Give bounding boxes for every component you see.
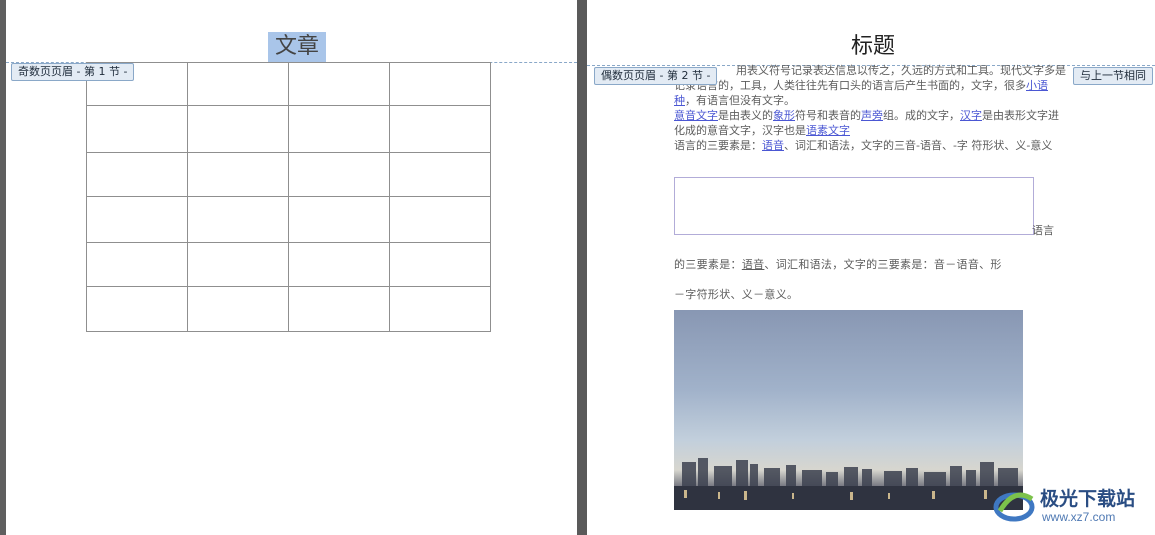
paragraph-4-line-1: 的三要素是：语音、词汇和语法，文字的三要素是：音－语音、形 — [674, 250, 1069, 280]
link-pictograph[interactable]: 象形 — [773, 109, 795, 122]
link-morpheme-script[interactable]: 语素文字 — [806, 124, 850, 137]
table-cell[interactable] — [86, 286, 188, 332]
link-chinese-characters[interactable]: 汉字 — [960, 109, 982, 122]
table-cell[interactable] — [389, 196, 491, 243]
table-cell[interactable] — [187, 152, 289, 197]
even-page-header-label: 偶数页页眉 - 第 2 节 - — [594, 67, 718, 85]
link-phonetics[interactable]: 语音 — [762, 139, 784, 152]
table-cell[interactable] — [389, 152, 491, 197]
text-run: 、词汇和语法，文字的三要素是：音－语音、形 — [764, 258, 1002, 271]
paragraph-3: 语言的三要素是：语音、词汇和语法，文字的三音-语音、-字 符形状、义-意义 — [674, 138, 1069, 153]
text-run: ，有语言但没有文字。 — [685, 94, 795, 107]
table-cell[interactable] — [389, 62, 491, 106]
text-run: 语言 — [1032, 224, 1054, 237]
text-run: 、词汇和语法，文字的三音-语音、-字 符形状、义-意义 — [784, 139, 1053, 152]
city-skyline-image[interactable] — [674, 310, 1023, 510]
table-cell[interactable] — [86, 242, 188, 287]
watermark-url: www.xz7.com — [1042, 510, 1116, 524]
table-cell[interactable] — [389, 105, 491, 153]
table-cell[interactable] — [389, 242, 491, 287]
text-run: 的三要素是： — [674, 258, 742, 271]
text-run: 用表义符号记录表达信息以传之，久远的方式和工具。现代文字多是记录语言的，工具，人… — [674, 64, 1066, 92]
table-cell[interactable] — [288, 196, 390, 243]
table-cell[interactable] — [288, 286, 390, 332]
page-odd[interactable]: 文章 奇数页页眉 - 第 1 节 - — [6, 0, 577, 535]
body-text[interactable]: 用表义符号记录表达信息以传之，久远的方式和工具。现代文字多是记录语言的，工具，人… — [674, 63, 1069, 153]
watermark-logo: 极光下载站 www.xz7.com — [990, 481, 1150, 531]
table-cell[interactable] — [86, 196, 188, 243]
table-cell[interactable] — [187, 62, 289, 106]
table-row — [86, 196, 491, 243]
odd-page-header-label: 奇数页页眉 - 第 1 节 - — [11, 63, 135, 81]
paragraph-1: 用表义符号记录表达信息以传之，久远的方式和工具。现代文字多是记录语言的，工具，人… — [674, 63, 1069, 108]
table-cell[interactable] — [288, 152, 390, 197]
page-gutter — [577, 0, 587, 535]
table-cell[interactable] — [187, 242, 289, 287]
link-phonetic-part[interactable]: 声旁 — [861, 109, 883, 122]
underlined-text: 语音 — [741, 258, 765, 271]
paragraph-4-line-2: －字符形状、义－意义。 — [674, 288, 799, 301]
table-cell[interactable] — [187, 286, 289, 332]
table-row — [86, 152, 491, 197]
text-run: 语言的三要素是： — [674, 139, 762, 152]
content-table[interactable] — [86, 62, 491, 332]
table-row — [86, 105, 491, 153]
table-cell[interactable] — [86, 152, 188, 197]
page-even[interactable]: 标题 用表义符号记录表达信息以传之，久远的方式和工具。现代文字多是记录语言的，工… — [587, 0, 1155, 535]
table-cell[interactable] — [187, 105, 289, 153]
skyline-illustration — [674, 458, 1023, 510]
table-row — [86, 286, 491, 332]
table-row — [86, 62, 491, 106]
page-title[interactable]: 标题 — [827, 32, 919, 62]
text-run: 是由表义的 — [718, 109, 773, 122]
table-cell[interactable] — [288, 105, 390, 153]
text-run: 组。成的文字， — [883, 109, 960, 122]
table-cell[interactable] — [288, 62, 390, 106]
link-ideo-phonetic[interactable]: 意音文字 — [674, 109, 718, 122]
text-run: 符号和表音的 — [795, 109, 861, 122]
table-cell[interactable] — [389, 286, 491, 332]
table-cell[interactable] — [288, 242, 390, 287]
table-row — [86, 242, 491, 287]
link-to-previous-button[interactable]: 与上一节相同 — [1073, 67, 1153, 85]
text-box[interactable] — [674, 177, 1034, 235]
aurora-logo-icon — [993, 492, 1035, 522]
table-cell[interactable] — [187, 196, 289, 243]
watermark-name: 极光下载站 — [1040, 488, 1136, 510]
table-cell[interactable] — [86, 105, 188, 153]
paragraph-4[interactable]: 的三要素是：语音、词汇和语法，文字的三要素是：音－语音、形 －字符形状、义－意义… — [674, 250, 1069, 310]
paragraph-2: 意音文字是由表义的象形符号和表音的声旁组。成的文字，汉字是由表形文字进化成的意音… — [674, 108, 1069, 138]
page-title-selected[interactable]: 文章 — [268, 32, 326, 62]
